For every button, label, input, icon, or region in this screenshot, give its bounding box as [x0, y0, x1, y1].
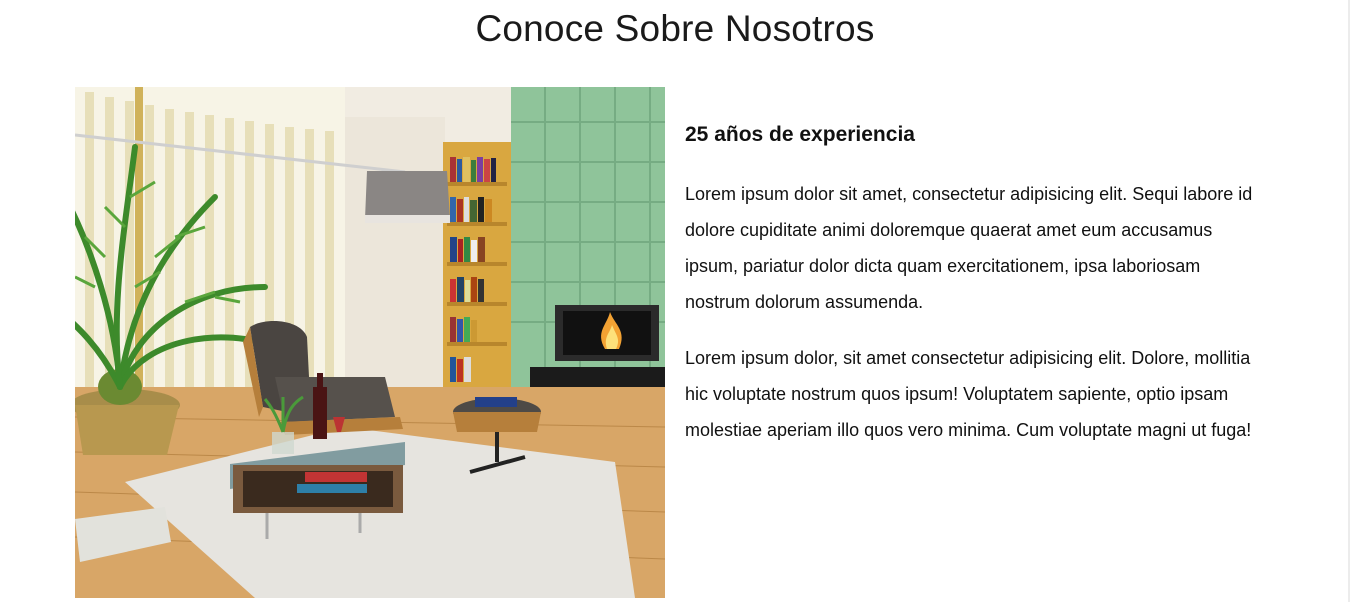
- living-room-photo-icon: [75, 87, 665, 598]
- about-paragraph-2: Lorem ipsum dolor, sit amet consectetur …: [685, 348, 1252, 441]
- living-room-image: [75, 87, 665, 598]
- about-heading: 25 años de experiencia: [685, 123, 915, 146]
- about-paragraph-1: Lorem ipsum dolor sit amet, consectetur …: [685, 184, 1253, 313]
- page-title: Conoce Sobre Nosotros: [475, 8, 875, 49]
- about-text-column: 25 años de experiencia Lorem ipsum dolor…: [685, 120, 1265, 468]
